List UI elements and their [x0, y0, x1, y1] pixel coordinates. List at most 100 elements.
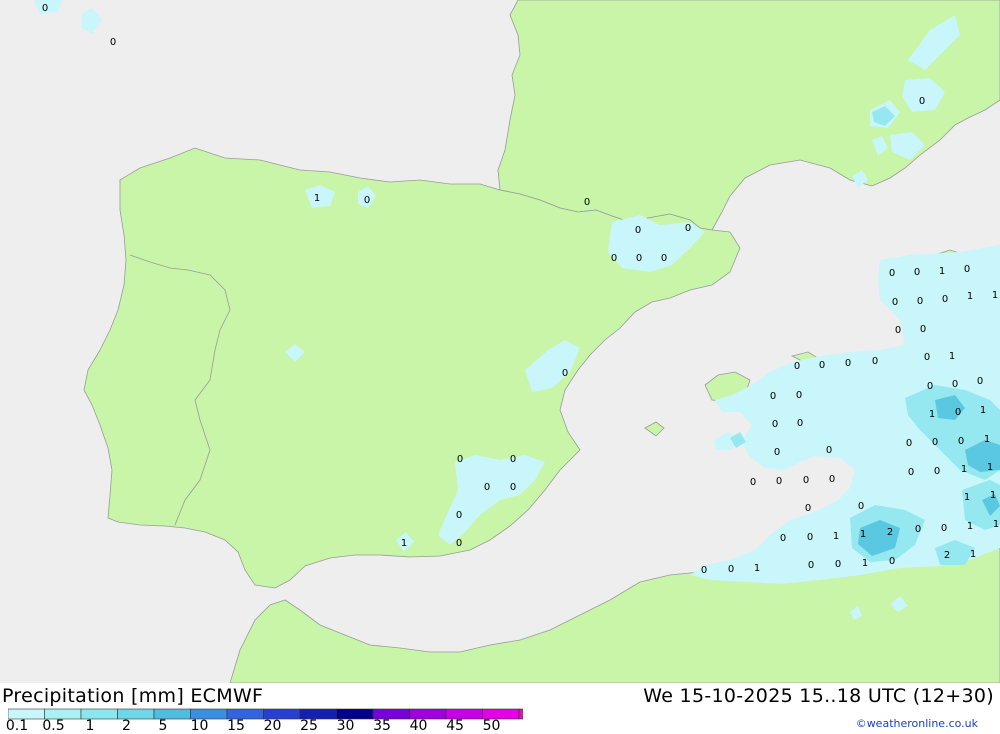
precip-value: 0	[510, 454, 516, 465]
precip-value: 0	[110, 37, 116, 48]
precip-value: 0	[635, 225, 641, 236]
precip-value: 1	[754, 563, 760, 574]
credit-link[interactable]: ©weatheronline.co.uk	[856, 717, 978, 730]
precip-value: 0	[919, 96, 925, 107]
precip-value: 0	[562, 368, 568, 379]
precip-value: 0	[750, 477, 756, 488]
precip-value: 0	[934, 466, 940, 477]
precipitation-map[interactable]: 0 0 1 0 0 0 0 0 0 0 0 0 0 0 0 0 1 0 0 0 0 1 0 0 0 0 1 1 0 0 0 1 0 0 0 0 0 0 0 0…	[0, 0, 1000, 684]
precip-value: 0	[908, 467, 914, 478]
precip-value: 1	[833, 531, 839, 542]
precip-value: 0	[701, 565, 707, 576]
precip-value: 1	[964, 492, 970, 503]
precip-value: 0	[829, 474, 835, 485]
legend-tick: 40	[409, 718, 428, 734]
precip-value: 0	[456, 538, 462, 549]
precip-value: 0	[685, 223, 691, 234]
precip-value: 0	[872, 356, 878, 367]
precip-value: 1	[987, 462, 993, 473]
legend-tick: 0.1	[5, 718, 29, 734]
precip-value: 0	[661, 253, 667, 264]
precip-value: 0	[977, 376, 983, 387]
precip-value: 0	[797, 418, 803, 429]
precip-value: 0	[942, 294, 948, 305]
precip-value: 1	[401, 538, 407, 549]
precip-value: 0	[780, 533, 786, 544]
precip-value: 0	[964, 264, 970, 275]
precip-value: 1	[967, 291, 973, 302]
precip-value: 0	[364, 195, 370, 206]
legend-tick: 50	[482, 718, 501, 734]
precip-value: 0	[728, 564, 734, 575]
legend-tick: 1	[85, 718, 95, 734]
precip-value: 0	[805, 503, 811, 514]
precip-value: 1	[939, 266, 945, 277]
precip-value: 0	[835, 559, 841, 570]
precip-value: 1	[961, 464, 967, 475]
map-canvas: 0 0 1 0 0 0 0 0 0 0 0 0 0 0 0 0 1 0 0 0 0 1 0 0 0 0 1 1 0 0 0 1 0 0 0 0 0 0 0 0…	[0, 0, 1000, 684]
precip-value: 0	[42, 3, 48, 14]
precip-value: 0	[889, 268, 895, 279]
precip-value: 0	[895, 325, 901, 336]
precip-value: 0	[807, 532, 813, 543]
precip-value: 0	[892, 297, 898, 308]
legend-tick: 15	[227, 718, 245, 734]
precip-value: 0	[772, 419, 778, 430]
precip-value: 1	[990, 490, 996, 501]
precip-value: 0	[845, 358, 851, 369]
precip-value: 0	[457, 454, 463, 465]
map-footer: Precipitation [mm] ECMWF We 15-10-2025 1…	[0, 683, 1000, 734]
precip-value: 0	[510, 482, 516, 493]
precip-value: 2	[944, 550, 950, 561]
precip-value: 1	[929, 409, 935, 420]
map-title: Precipitation [mm] ECMWF	[2, 685, 264, 707]
precip-value: 0	[889, 556, 895, 567]
precip-value: 0	[484, 482, 490, 493]
legend-swatch	[518, 708, 523, 720]
precip-value: 0	[920, 324, 926, 335]
precip-value: 0	[917, 296, 923, 307]
precip-value: 0	[774, 447, 780, 458]
precip-value: 0	[932, 437, 938, 448]
precip-value: 1	[980, 405, 986, 416]
precip-value: 0	[794, 361, 800, 372]
precip-value: 0	[914, 267, 920, 278]
legend-tick: 25	[300, 718, 318, 734]
legend-tick: 35	[373, 718, 391, 734]
precip-value: 0	[958, 436, 964, 447]
legend-tick: 10	[190, 718, 209, 734]
precip-value: 0	[796, 390, 802, 401]
precip-value: 1	[862, 558, 868, 569]
precip-value: 0	[955, 407, 961, 418]
legend-tick: 0.5	[42, 718, 65, 734]
precip-value: 0	[941, 523, 947, 534]
precip-value: 0	[826, 445, 832, 456]
legend-tick: 45	[446, 718, 464, 734]
precip-value: 0	[906, 438, 912, 449]
legend-tick: 30	[336, 718, 355, 734]
precip-value: 2	[887, 527, 893, 538]
precip-value: 1	[860, 529, 866, 540]
precip-value: 1	[984, 434, 990, 445]
legend-tick: 20	[263, 718, 282, 734]
precip-value: 0	[858, 501, 864, 512]
precip-value: 0	[915, 524, 921, 535]
precip-value: 0	[927, 381, 933, 392]
precip-value: 0	[776, 476, 782, 487]
precip-value: 1	[967, 521, 973, 532]
precip-value: 0	[924, 352, 930, 363]
precip-value: 0	[611, 253, 617, 264]
precip-value: 0	[456, 510, 462, 521]
precip-value: 0	[803, 475, 809, 486]
legend-tick: 2	[122, 718, 131, 734]
precip-value: 0	[636, 253, 642, 264]
precip-value: 1	[992, 290, 998, 301]
precip-value: 1	[993, 519, 999, 530]
precip-value: 1	[314, 193, 320, 204]
precip-value: 0	[808, 560, 814, 571]
precip-value: 1	[970, 549, 976, 560]
valid-time: We 15-10-2025 15..18 UTC (12+30)	[643, 685, 994, 707]
precip-value: 0	[770, 391, 776, 402]
precip-value: 0	[952, 379, 958, 390]
legend-tick: 5	[158, 718, 168, 734]
